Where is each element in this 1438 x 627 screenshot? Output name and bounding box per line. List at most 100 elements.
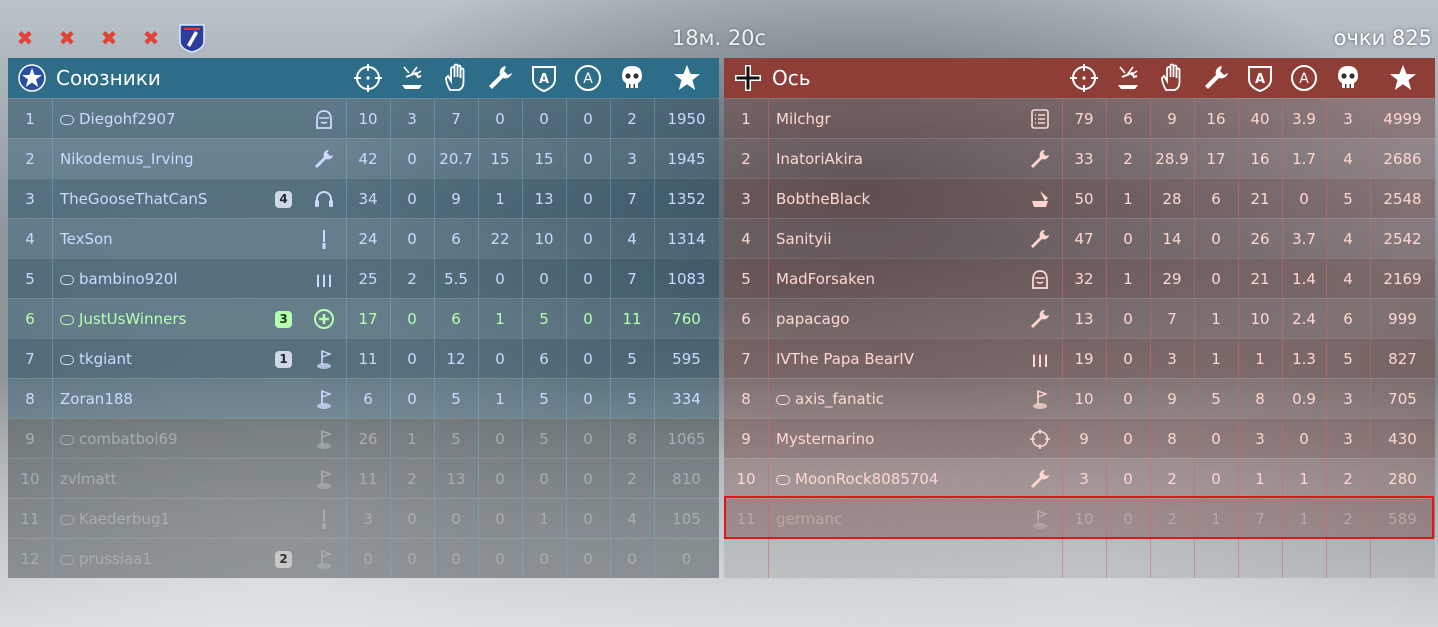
svg-text:A: A [1255,72,1265,87]
team-name: Союзники [56,66,161,90]
gamepad-icon [60,315,74,325]
capture-shield-icon[interactable]: A [529,63,559,93]
player-name[interactable]: papacago [776,299,996,339]
player-rank: 11 [20,510,40,528]
stat-defends: 2.4 [1292,310,1316,328]
player-name[interactable]: Sanityii [776,219,996,259]
wrench-icon[interactable] [485,63,515,93]
player-row[interactable]: 1 Diegohf2907 10 3 7 0 0 0 2 1950 [8,98,719,138]
player-row[interactable]: 12 prussiaa1 2 0 0 0 0 0 0 0 0 [8,538,719,578]
stat-assists: 9 [451,190,461,208]
player-row[interactable]: 10 zvlmatt 11 2 13 0 0 0 2 810 [8,458,719,498]
top-bar: ✖ ✖ ✖ ✖ 18м. 20с очки 825 [0,0,1438,58]
player-name[interactable]: Nikodemus_Irving [60,139,280,179]
player-name[interactable]: TheGooseThatCanS [60,179,280,219]
player-name[interactable]: Kaederbug1 [60,499,280,539]
player-row[interactable]: 11 Kaederbug1 3 0 0 0 1 0 4 105 [8,498,719,538]
stat-repair: 0 [1211,470,1221,488]
wrench-icon[interactable] [1201,63,1231,93]
player-row[interactable]: 3 TheGooseThatCanS 4 34 0 9 1 13 0 7 1352 [8,178,719,218]
knife-icon [322,510,326,529]
column-divider [52,459,53,498]
player-row[interactable]: 2 InatoriAkira 33 2 28.9 17 16 1.7 4 2686 [724,138,1435,178]
player-name[interactable]: IVThe Papa BearIV [776,339,996,379]
stat-score: 999 [1388,310,1417,328]
player-row[interactable]: 1 Milchgr 79 6 9 16 40 3.9 3 4999 [724,98,1435,138]
player-name-text: TheGooseThatCanS [60,190,208,208]
player-row[interactable]: 5 bambino920l 25 2 5.5 0 0 0 7 1083 [8,258,719,298]
player-name[interactable]: MadForsaken [776,259,996,299]
artillery-icon [1032,191,1048,207]
player-row[interactable]: 5 MadForsaken 32 1 29 0 21 1.4 4 2169 [724,258,1435,298]
column-divider [52,419,53,458]
player-rank: 6 [25,310,35,328]
star-icon[interactable] [1388,63,1418,93]
player-name[interactable]: BobtheBlack [776,179,996,219]
stat-captures: 1 [1255,470,1265,488]
stat-captures: 15 [534,150,554,168]
player-row[interactable]: 6 JustUsWinners 3 17 0 6 1 5 0 11 760 [8,298,719,338]
player-row[interactable]: 2 Nikodemus_Irving 42 0 20.7 15 15 0 3 1945 [8,138,719,178]
player-name[interactable]: TexSon [60,219,280,259]
player-row[interactable]: 7 IVThe Papa BearIV 19 0 3 1 1 1.3 5 827 [724,338,1435,378]
player-name[interactable]: zvlmatt [60,459,280,499]
player-name[interactable]: InatoriAkira [776,139,996,179]
stat-vehicles: 0 [1123,470,1133,488]
stat-vehicles: 0 [407,510,417,528]
stat-deaths: 7 [627,190,637,208]
player-row[interactable]: 9 Mysternarino 9 0 8 0 3 0 3 430 [724,418,1435,458]
player-row[interactable]: 4 TexSon 24 0 6 22 10 0 4 1314 [8,218,719,258]
player-row[interactable]: 10 MoonRock8085704 3 0 2 0 1 1 2 280 [724,458,1435,498]
tank-destroyed-icon[interactable] [1113,63,1143,93]
stat-assists: 12 [446,350,466,368]
player-row[interactable]: 3 BobtheBlack 50 1 28 6 21 0 5 2548 [724,178,1435,218]
hand-icon[interactable] [1157,63,1187,93]
star-icon[interactable] [672,63,702,93]
tank-destroyed-icon[interactable] [397,63,427,93]
player-name-text: Diegohf2907 [79,110,176,128]
stat-vehicles: 2 [407,270,417,288]
player-name[interactable]: tkgiant [60,339,280,379]
column-divider [52,539,53,578]
stat-captures: 0 [539,270,549,288]
player-row[interactable]: 9 combatboi69 26 1 5 0 5 0 8 1065 [8,418,719,458]
list-icon [1031,109,1049,129]
column-divider [768,379,769,418]
skull-icon[interactable] [1333,63,1363,93]
stat-deaths: 5 [1343,350,1353,368]
player-name[interactable]: bambino920l [60,259,280,299]
capture-shield-icon[interactable]: A [1245,63,1275,93]
stat-captures: 0 [539,110,549,128]
player-row[interactable]: 6 papacago 13 0 7 1 10 2.4 6 999 [724,298,1435,338]
column-divider [768,259,769,298]
player-row[interactable]: 4 Sanityii 47 0 14 0 26 3.7 4 2542 [724,218,1435,258]
stat-deaths: 4 [627,510,637,528]
player-row[interactable]: 8 Zoran188 6 0 5 1 5 0 5 334 [8,378,719,418]
player-row[interactable]: 7 tkgiant 1 11 0 12 0 6 0 5 595 [8,338,719,378]
stat-vehicles: 0 [1123,230,1133,248]
player-name[interactable]: Diegohf2907 [60,99,280,139]
player-row[interactable]: 8 axis_fanatic 10 0 9 5 8 0.9 3 705 [724,378,1435,418]
player-name[interactable]: JustUsWinners [60,299,280,339]
crosshair-icon[interactable] [353,63,383,93]
stat-captures: 5 [539,390,549,408]
stat-kills: 11 [358,350,378,368]
player-name[interactable]: Mysternarino [776,419,996,459]
player-name[interactable]: axis_fanatic [776,379,996,419]
defend-circle-icon[interactable]: A [573,63,603,93]
player-name[interactable]: combatboi69 [60,419,280,459]
svg-text:A: A [1299,71,1309,87]
hand-icon[interactable] [441,63,471,93]
stat-defends: 0 [583,430,593,448]
player-name[interactable]: Milchgr [776,99,996,139]
crosshair-icon[interactable] [1069,63,1099,93]
column-divider [1370,539,1371,578]
skull-icon[interactable] [617,63,647,93]
player-name[interactable]: MoonRock8085704 [776,459,996,499]
defend-circle-icon[interactable]: A [1289,63,1319,93]
player-name[interactable]: Zoran188 [60,379,280,419]
column-divider [1326,539,1327,578]
stat-repair: 1 [1211,350,1221,368]
stat-assists: 14 [1162,230,1182,248]
player-name[interactable]: prussiaa1 [60,539,280,579]
